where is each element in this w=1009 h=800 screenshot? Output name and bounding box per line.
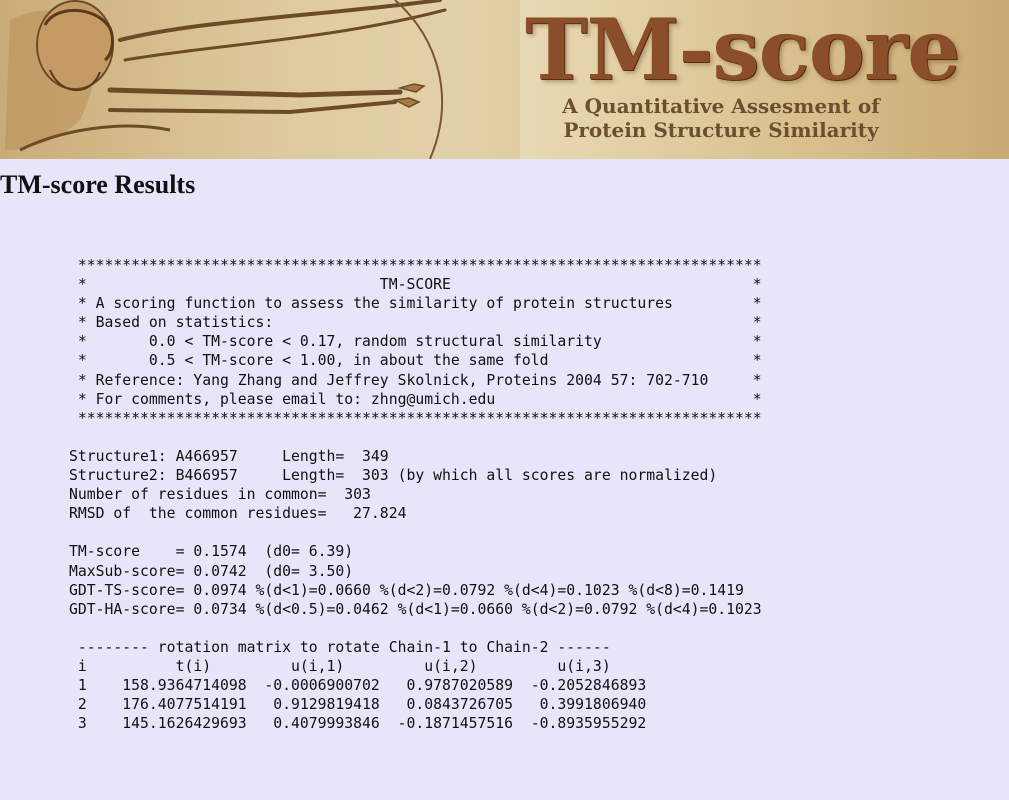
header-box-line: * Reference: Yang Zhang and Jeffrey Skol… bbox=[69, 371, 762, 389]
header-box-line: * Based on statistics: * bbox=[69, 314, 762, 332]
structure2-info: Structure2: B466957 Length= 303 (by whic… bbox=[69, 467, 718, 485]
page-title: TM-score Results bbox=[0, 170, 196, 199]
structure1-info: Structure1: A466957 Length= 349 bbox=[69, 447, 389, 465]
header-box-line: * 0.0 < TM-score < 0.17, random structur… bbox=[69, 333, 762, 351]
header-box-line: * For comments, please email to: zhng@um… bbox=[69, 390, 762, 408]
residues-in-common: Number of residues in common= 303 bbox=[69, 486, 371, 504]
rotation-matrix-row: 2 176.4077514191 0.9129819418 0.08437267… bbox=[69, 696, 647, 714]
header-banner: TM-score A Quantitative Assesment of Pro… bbox=[0, 0, 1009, 159]
header-box-line: ****************************************… bbox=[69, 257, 762, 274]
tm-score-value: TM-score = 0.1574 (d0= 6.39) bbox=[69, 543, 354, 561]
rotation-matrix-row: 1 158.9364714098 -0.0006900702 0.9787020… bbox=[69, 677, 647, 695]
vitruvian-man-image bbox=[0, 0, 520, 159]
gdt-ts-score-value: GDT-TS-score= 0.0974 %(d<1)=0.0660 %(d<2… bbox=[69, 581, 744, 599]
header-box-line: * A scoring function to assess the simil… bbox=[69, 295, 762, 313]
logo-subtitle-line1: A Quantitative Assesment of bbox=[562, 94, 880, 118]
tm-score-logo: TM-score bbox=[525, 0, 961, 99]
rotation-matrix-row: 3 145.1626429693 0.4079993846 -0.1871457… bbox=[69, 715, 647, 733]
header-box-line: * TM-SCORE * bbox=[69, 276, 762, 294]
gdt-ha-score-value: GDT-HA-score= 0.0734 %(d<0.5)=0.0462 %(d… bbox=[69, 600, 762, 618]
rotation-matrix-header: -------- rotation matrix to rotate Chain… bbox=[69, 638, 611, 656]
results-output: ****************************************… bbox=[69, 256, 762, 733]
maxsub-score-value: MaxSub-score= 0.0742 (d0= 3.50) bbox=[69, 562, 354, 580]
logo-subtitle-line2: Protein Structure Similarity bbox=[563, 118, 879, 142]
header-box-line: ****************************************… bbox=[69, 409, 762, 427]
header-box-line: * 0.5 < TM-score < 1.00, in about the sa… bbox=[69, 352, 762, 370]
rotation-matrix-columns: i t(i) u(i,1) u(i,2) u(i,3) bbox=[69, 657, 611, 675]
rmsd-value: RMSD of the common residues= 27.824 bbox=[69, 505, 407, 523]
